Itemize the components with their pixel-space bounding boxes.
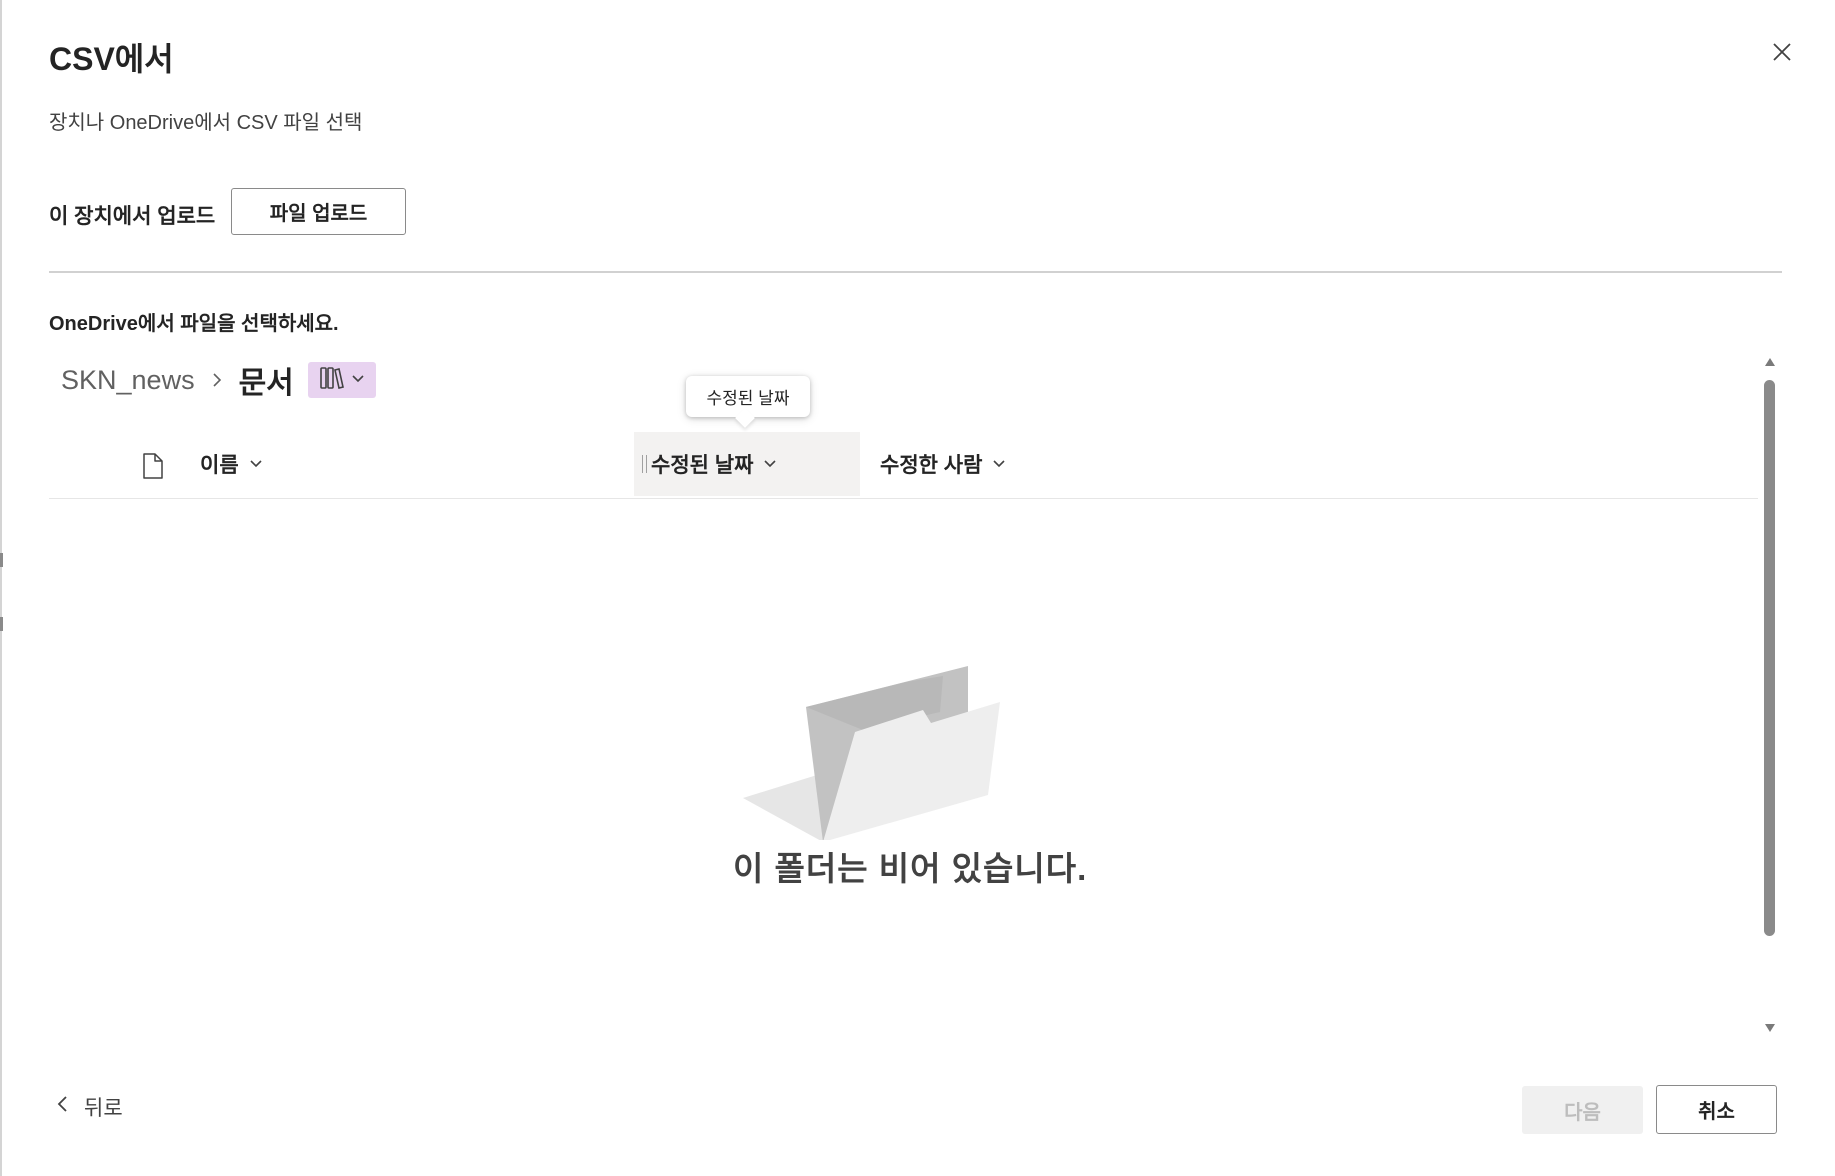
scroll-down-arrow[interactable] — [1765, 1024, 1775, 1032]
window-edge-marker — [0, 617, 3, 631]
upload-from-device-label: 이 장치에서 업로드 — [49, 205, 216, 228]
upload-file-button[interactable]: 파일 업로드 — [231, 188, 406, 235]
vertical-scrollbar[interactable] — [1762, 358, 1778, 1038]
column-header-label: 수정한 사람 — [880, 454, 983, 477]
chevron-down-icon — [763, 459, 777, 469]
document-icon — [141, 452, 165, 485]
empty-folder-message: 이 폴더는 비어 있습니다. — [733, 850, 1088, 887]
chevron-right-icon — [211, 371, 223, 389]
breadcrumb-current: 문서 — [238, 367, 294, 400]
close-button[interactable] — [1764, 36, 1800, 72]
library-icon — [319, 366, 345, 395]
chevron-down-icon — [249, 459, 263, 469]
back-button[interactable]: 뒤로 — [56, 1091, 123, 1123]
chevron-down-icon — [351, 371, 365, 389]
window-edge-marker — [0, 553, 3, 567]
scrollbar-thumb[interactable] — [1764, 380, 1775, 936]
column-header-name[interactable]: 이름 — [200, 432, 263, 496]
back-button-label: 뒤로 — [84, 1097, 123, 1120]
chevron-down-icon — [992, 459, 1006, 469]
library-switcher-button[interactable] — [307, 362, 376, 398]
dialog-title: CSV에서 — [49, 41, 174, 77]
column-header-modified-by[interactable]: 수정한 사람 — [880, 432, 1006, 496]
scroll-up-arrow[interactable] — [1765, 358, 1775, 366]
column-resize-handle[interactable] — [642, 455, 647, 473]
chevron-left-icon — [56, 1094, 70, 1120]
onedrive-select-label: OneDrive에서 파일을 선택하세요. — [49, 313, 339, 335]
column-header-row: 이름 수정된 날짜 수정한 사람 — [49, 432, 1758, 499]
window-left-edge — [0, 0, 2, 1176]
breadcrumb: SKN_news 문서 — [61, 360, 376, 400]
next-button[interactable]: 다음 — [1522, 1086, 1643, 1134]
close-icon — [1772, 42, 1792, 67]
column-header-label: 이름 — [200, 454, 239, 477]
column-header-label: 수정된 날짜 — [651, 454, 754, 477]
column-header-modified[interactable]: 수정된 날짜 — [634, 432, 860, 496]
breadcrumb-root-link[interactable]: SKN_news — [61, 365, 195, 396]
empty-folder-icon — [743, 660, 1013, 845]
dialog-subtitle: 장치나 OneDrive에서 CSV 파일 선택 — [49, 112, 363, 134]
section-divider — [49, 271, 1782, 273]
cancel-button[interactable]: 취소 — [1656, 1085, 1777, 1134]
